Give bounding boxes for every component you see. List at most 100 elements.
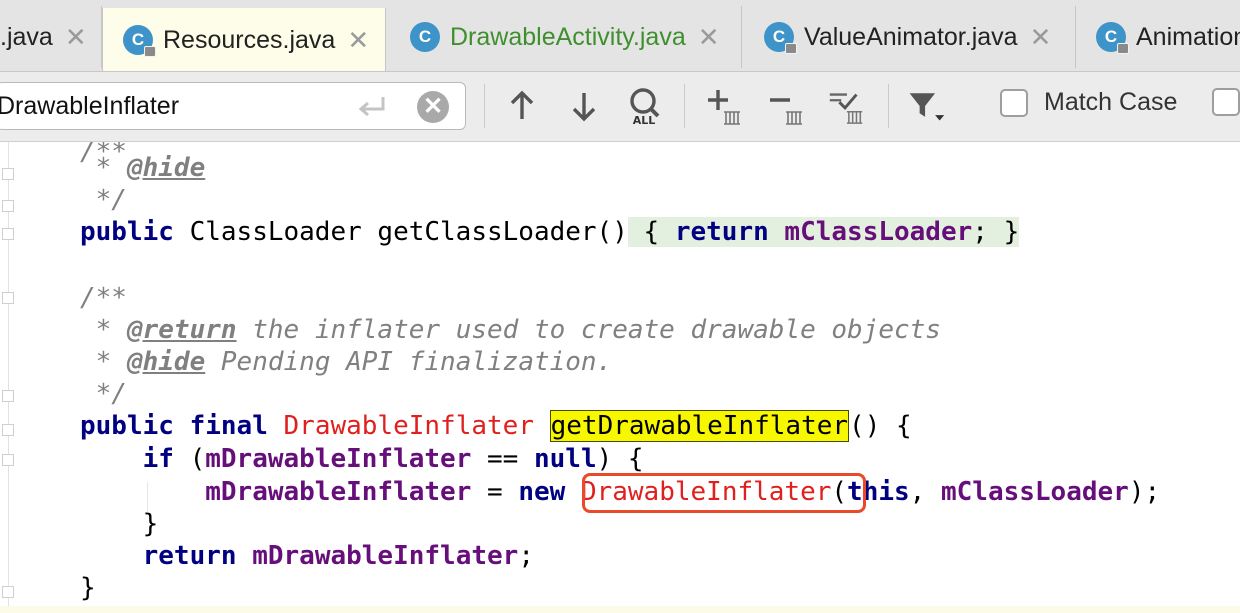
- comment-star: *: [80, 153, 127, 183]
- tab-animation-partial[interactable]: C Animation: [1076, 6, 1240, 68]
- fold-marker-icon[interactable]: [2, 168, 14, 180]
- find-all-button[interactable]: ALL: [624, 86, 664, 126]
- add-occurrence-icon: [708, 90, 740, 125]
- code-line: */: [80, 184, 127, 216]
- code-line: }: [80, 508, 159, 540]
- code-line: /**: [80, 282, 127, 314]
- fold-marker-icon[interactable]: [2, 200, 14, 212]
- code-text: }: [987, 217, 1020, 247]
- next-occurrence-button[interactable]: [564, 86, 604, 126]
- code-text: }: [142, 509, 159, 539]
- keyword: return: [142, 541, 237, 571]
- remove-occurrence-icon: [770, 98, 802, 125]
- keyword: return: [674, 217, 769, 247]
- field-name: mClassLoader: [940, 477, 1129, 507]
- filter-icon: [909, 93, 945, 121]
- next-option-checkbox[interactable]: [1212, 88, 1240, 116]
- arrow-down-icon: [572, 93, 596, 122]
- fold-marker-icon[interactable]: [2, 390, 14, 402]
- comment-text: the inflater used to create drawable obj…: [236, 315, 941, 345]
- code-text: =: [471, 477, 519, 507]
- code-line: }: [80, 572, 96, 604]
- match-case-checkbox[interactable]: [1000, 88, 1028, 117]
- search-field[interactable]: ✕: [0, 82, 466, 130]
- keyword: new: [518, 477, 566, 507]
- fold-marker-icon[interactable]: [2, 228, 14, 240]
- enter-return-icon: [358, 97, 385, 117]
- code-line: return mDrawableInflater;: [80, 540, 534, 572]
- close-icon[interactable]: ✕: [1030, 22, 1052, 53]
- comment-star: *: [80, 347, 127, 377]
- javadoc-tag: @return: [126, 315, 237, 345]
- tab-valueanimator-java[interactable]: C ValueAnimator.java ✕: [742, 6, 1076, 68]
- previous-occurrence-button[interactable]: [502, 86, 542, 126]
- comment-star: *: [80, 315, 127, 345]
- keyword: public: [80, 217, 174, 247]
- type-name: DrawableInflater: [283, 411, 534, 441]
- keyword: public: [80, 411, 174, 441]
- tab-label: DrawableActivity.java: [450, 22, 686, 51]
- tab-label: .java: [0, 22, 53, 51]
- comment-text: Pending API finalization.: [205, 347, 613, 377]
- filter-button[interactable]: [906, 86, 946, 126]
- search-match-highlight: getDrawableInflater: [549, 410, 850, 442]
- code-text: {: [627, 217, 660, 247]
- keyword: final: [189, 411, 268, 441]
- field-name: mClassLoader: [784, 217, 973, 247]
- search-input[interactable]: [0, 91, 347, 121]
- code-text: () {: [849, 411, 912, 441]
- comment-text: */: [80, 185, 127, 215]
- field-name: mDrawableInflater: [252, 541, 519, 571]
- tab-label: ValueAnimator.java: [804, 22, 1018, 51]
- code-text: ClassLoader getClassLoader(): [173, 217, 628, 247]
- keyword: if: [142, 444, 174, 474]
- code-text: );: [1128, 477, 1161, 507]
- code-editor[interactable]: /** * @hide */ public ClassLoader getCla…: [0, 142, 1240, 613]
- close-icon[interactable]: ✕: [347, 25, 369, 56]
- class-c-icon: C: [410, 22, 440, 52]
- code-text: ;: [518, 541, 534, 571]
- editor-tab-bar: .java ✕ C Resources.java ✕ C DrawableAct…: [0, 0, 1240, 72]
- fold-marker-icon[interactable]: [2, 586, 14, 598]
- annotation-highlight-box: [582, 473, 866, 513]
- code-text: ==: [471, 444, 534, 474]
- add-occurrence-button[interactable]: [704, 86, 744, 126]
- code-text: ;: [972, 217, 988, 247]
- code-line: */: [80, 378, 127, 410]
- tab-drawableactivity-java[interactable]: C DrawableActivity.java ✕: [386, 6, 742, 68]
- code-line: public ClassLoader getClassLoader() { re…: [80, 216, 1020, 248]
- close-icon[interactable]: ✕: [698, 22, 720, 53]
- remove-occurrence-button[interactable]: [766, 86, 806, 126]
- fold-marker-icon[interactable]: [2, 454, 14, 466]
- tab-partial-java[interactable]: .java ✕: [0, 6, 102, 68]
- code-line: * @hide Pending API finalization.: [80, 346, 613, 378]
- clear-search-icon[interactable]: ✕: [417, 91, 449, 123]
- tab-label: Resources.java: [163, 25, 336, 54]
- bottom-strip: [0, 606, 1240, 613]
- class-c-icon: C: [123, 25, 156, 57]
- class-c-icon: C: [764, 22, 797, 54]
- code-line: * @return the inflater used to create dr…: [80, 314, 941, 346]
- comment-text: /**: [80, 283, 127, 313]
- select-all-occurrences-button[interactable]: [826, 86, 866, 126]
- tab-resources-java[interactable]: C Resources.java ✕: [102, 8, 386, 71]
- toolbar-separator: [484, 84, 485, 128]
- code-line: if (mDrawableInflater == null) {: [80, 443, 644, 475]
- code-text: ,: [909, 477, 941, 507]
- arrow-up-icon: [510, 90, 534, 119]
- fold-marker-icon[interactable]: [2, 292, 14, 304]
- all-badge: ALL: [633, 114, 656, 126]
- code-text: }: [80, 573, 96, 603]
- code-text: (: [173, 444, 206, 474]
- find-toolbar: ✕ ALL: [0, 72, 1240, 142]
- field-name: mDrawableInflater: [205, 444, 472, 474]
- fold-marker-icon[interactable]: [2, 424, 14, 436]
- comment-text: */: [80, 379, 127, 409]
- close-icon[interactable]: ✕: [65, 22, 87, 53]
- gutter: [8, 142, 9, 613]
- select-all-occurrences-icon: [829, 93, 863, 124]
- find-all-icon: ALL: [630, 88, 660, 126]
- class-c-icon: C: [1096, 22, 1129, 54]
- match-case-option[interactable]: Match Case: [1000, 88, 1177, 117]
- folded-region[interactable]: { return mClassLoader; }: [627, 217, 1020, 247]
